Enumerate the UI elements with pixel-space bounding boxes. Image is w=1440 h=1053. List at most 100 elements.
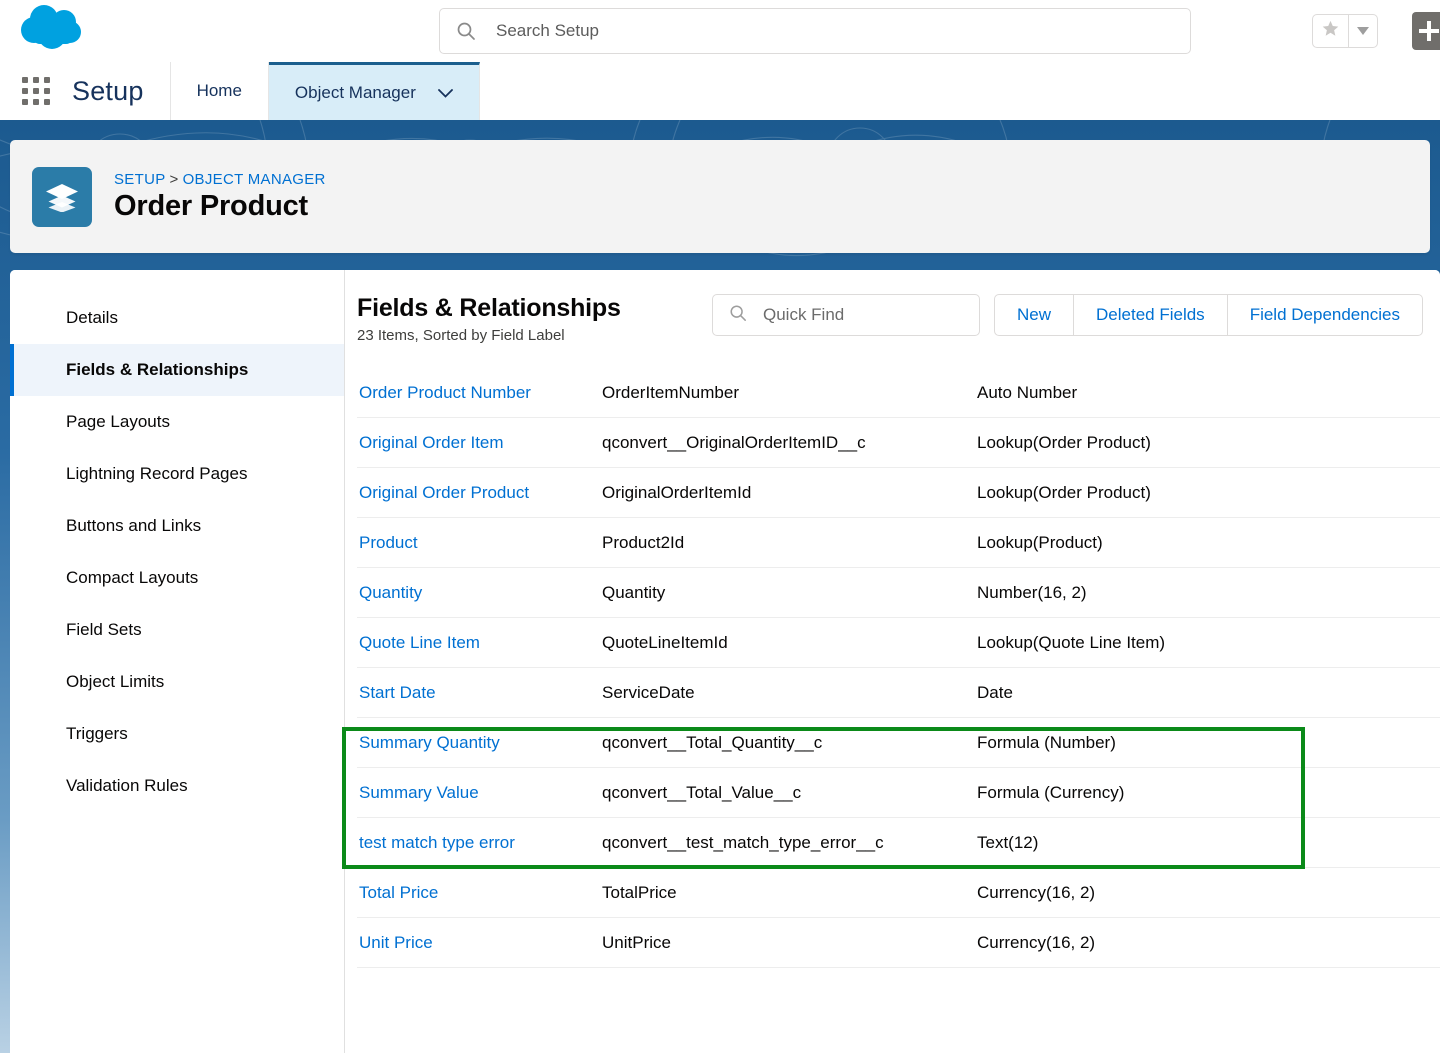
- panel-action-buttons: New Deleted Fields Field Dependencies: [994, 294, 1423, 336]
- field-api-name: qconvert__test_match_type_error__c: [602, 832, 884, 852]
- field-label-link[interactable]: Total Price: [359, 883, 602, 903]
- sidebar-item-lightning-record-pages[interactable]: Lightning Record Pages: [10, 448, 344, 500]
- field-dependencies-button[interactable]: Field Dependencies: [1228, 295, 1422, 335]
- table-row[interactable]: Unit Price UnitPrice Currency(16, 2): [357, 918, 1440, 968]
- field-api-name: OriginalOrderItemId: [602, 482, 752, 502]
- field-api-name: ServiceDate: [602, 682, 695, 702]
- sidebar-item-validation-rules[interactable]: Validation Rules: [10, 760, 344, 812]
- field-data-type: Auto Number: [977, 382, 1078, 402]
- setup-brand: Setup: [0, 62, 171, 120]
- search-icon: [456, 21, 476, 41]
- field-data-type: Lookup(Order Product): [977, 432, 1151, 452]
- favorites-button-group[interactable]: [1312, 14, 1378, 48]
- field-label-link[interactable]: Product: [359, 533, 602, 553]
- salesforce-cloud-logo[interactable]: [14, 2, 96, 60]
- field-label-link[interactable]: Quote Line Item: [359, 633, 602, 653]
- app-launcher-grid-icon[interactable]: [22, 77, 50, 105]
- favorite-star-button[interactable]: [1313, 15, 1348, 47]
- sidebar-item-details[interactable]: Details: [10, 292, 344, 344]
- field-api-name: QuoteLineItemId: [602, 632, 728, 652]
- star-icon: [1321, 19, 1340, 43]
- chevron-down-icon[interactable]: [437, 83, 453, 103]
- deleted-fields-button-label: Deleted Fields: [1096, 305, 1205, 324]
- field-data-type: Formula (Number): [977, 732, 1116, 752]
- field-api-name: Quantity: [602, 582, 666, 602]
- field-api-name: TotalPrice: [602, 882, 677, 902]
- sidebar-item-triggers[interactable]: Triggers: [10, 708, 344, 760]
- field-label-link[interactable]: Order Product Number: [359, 383, 602, 403]
- search-input[interactable]: Search Setup: [439, 8, 1191, 54]
- field-data-type: Text(12): [977, 832, 1039, 852]
- field-data-type: Date: [977, 682, 1013, 702]
- field-data-type: Number(16, 2): [977, 582, 1087, 602]
- sidebar-item-label: Compact Layouts: [66, 568, 199, 587]
- sidebar-item-fields-relationships[interactable]: Fields & Relationships: [10, 344, 344, 396]
- field-data-type: Lookup(Order Product): [977, 482, 1151, 502]
- favorites-dropdown-button[interactable]: [1348, 15, 1377, 47]
- breadcrumb-setup[interactable]: SETUP: [114, 171, 166, 188]
- field-api-name: UnitPrice: [602, 932, 671, 952]
- quick-find-input[interactable]: Quick Find: [712, 294, 980, 336]
- sidebar-item-label: Details: [66, 308, 118, 327]
- sidebar-item-label: Lightning Record Pages: [66, 464, 248, 483]
- table-row[interactable]: Quote Line Item QuoteLineItemId Lookup(Q…: [357, 618, 1440, 668]
- field-label-link[interactable]: Original Order Product: [359, 483, 602, 503]
- new-field-button[interactable]: New: [995, 295, 1075, 335]
- sidebar-item-label: Triggers: [66, 724, 128, 743]
- table-row-highlighted[interactable]: Summary Quantity qconvert__Total_Quantit…: [357, 718, 1440, 768]
- table-row-highlighted[interactable]: Summary Value qconvert__Total_Value__c F…: [357, 768, 1440, 818]
- table-row[interactable]: Order Product Number OrderItemNumber Aut…: [357, 368, 1440, 418]
- field-label-link[interactable]: Quantity: [359, 583, 602, 603]
- setup-nav-bar: Setup Home Object Manager: [0, 62, 1440, 120]
- field-label-link[interactable]: Original Order Item: [359, 433, 602, 453]
- global-search[interactable]: Search Setup: [439, 8, 1191, 54]
- panel-title: Fields & Relationships: [357, 294, 621, 322]
- sidebar-item-page-layouts[interactable]: Page Layouts: [10, 396, 344, 448]
- field-data-type: Lookup(Quote Line Item): [977, 632, 1166, 652]
- field-api-name: qconvert__OriginalOrderItemID__c: [602, 432, 866, 452]
- deleted-fields-button[interactable]: Deleted Fields: [1074, 295, 1228, 335]
- table-row[interactable]: Original Order Product OriginalOrderItem…: [357, 468, 1440, 518]
- search-icon: [729, 304, 747, 327]
- sidebar-item-label: Validation Rules: [66, 776, 188, 795]
- quick-find-placeholder: Quick Find: [763, 305, 845, 324]
- panel-header: Fields & Relationships 23 Items, Sorted …: [345, 270, 1440, 350]
- field-data-type: Lookup(Product): [977, 532, 1103, 552]
- breadcrumb: SETUP > OBJECT MANAGER: [114, 171, 326, 188]
- table-row[interactable]: Original Order Item qconvert__OriginalOr…: [357, 418, 1440, 468]
- new-field-button-label: New: [1017, 305, 1052, 324]
- field-label-link[interactable]: Unit Price: [359, 933, 602, 953]
- field-api-name: qconvert__Total_Quantity__c: [602, 732, 823, 752]
- table-row[interactable]: Quantity Quantity Number(16, 2): [357, 568, 1440, 618]
- breadcrumb-separator: >: [169, 170, 179, 188]
- global-header: Search Setup: [0, 0, 1440, 62]
- sidebar-item-compact-layouts[interactable]: Compact Layouts: [10, 552, 344, 604]
- setup-title: Setup: [72, 75, 144, 106]
- field-label-link[interactable]: test match type error: [359, 833, 602, 853]
- plus-icon[interactable]: [1412, 12, 1440, 50]
- field-label-link[interactable]: Summary Quantity: [359, 733, 602, 753]
- sidebar-item-label: Fields & Relationships: [66, 360, 249, 379]
- table-row[interactable]: test match type error qconvert__test_mat…: [357, 818, 1440, 868]
- sidebar-item-object-limits[interactable]: Object Limits: [10, 656, 344, 708]
- tab-object-manager[interactable]: Object Manager: [268, 62, 480, 120]
- page-header-card: SETUP > OBJECT MANAGER Order Product: [10, 140, 1430, 253]
- sidebar-item-field-sets[interactable]: Field Sets: [10, 604, 344, 656]
- sidebar-item-label: Buttons and Links: [66, 516, 202, 535]
- field-label-link[interactable]: Summary Value: [359, 783, 602, 803]
- field-label-link[interactable]: Start Date: [359, 683, 602, 703]
- tab-home[interactable]: Home: [171, 62, 269, 120]
- chevron-down-icon: [1357, 22, 1369, 40]
- table-row[interactable]: Start Date ServiceDate Date: [357, 668, 1440, 718]
- tab-home-label: Home: [196, 81, 242, 100]
- sidebar-item-label: Field Sets: [66, 620, 142, 639]
- table-row[interactable]: Product Product2Id Lookup(Product): [357, 518, 1440, 568]
- page-title: Order Product: [114, 189, 308, 222]
- fields-relationships-panel: Fields & Relationships 23 Items, Sorted …: [345, 270, 1440, 1053]
- field-api-name: OrderItemNumber: [602, 382, 739, 402]
- breadcrumb-object-manager[interactable]: OBJECT MANAGER: [183, 171, 326, 188]
- table-row[interactable]: Total Price TotalPrice Currency(16, 2): [357, 868, 1440, 918]
- sidebar-item-buttons-and-links[interactable]: Buttons and Links: [10, 500, 344, 552]
- tab-object-manager-label: Object Manager: [294, 82, 416, 102]
- content-card: Details Fields & Relationships Page Layo…: [10, 270, 1440, 1053]
